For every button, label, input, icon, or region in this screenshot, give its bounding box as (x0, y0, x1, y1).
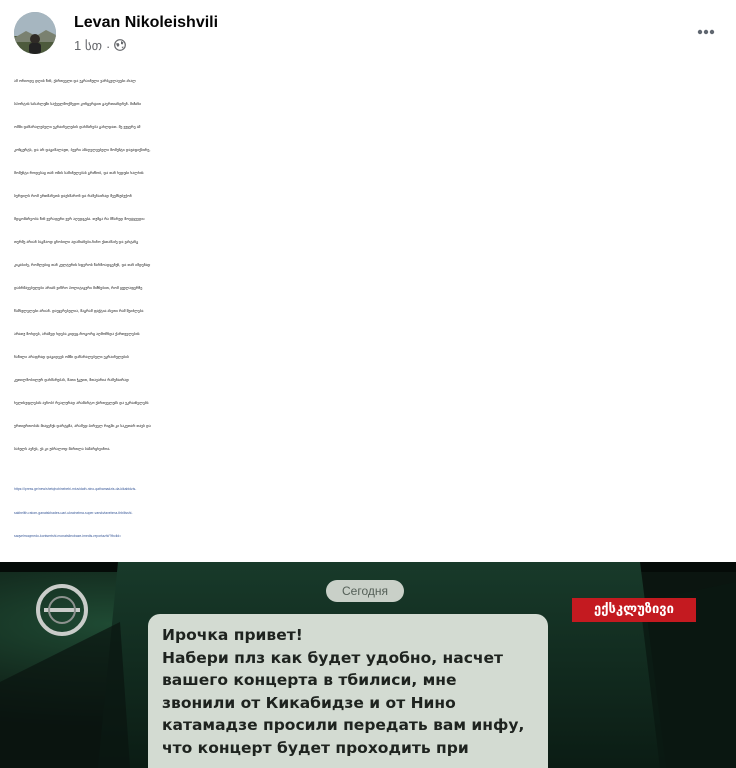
post-body: ამ ორიოდე დღის წინ, ქართველი და უკრაინელ… (14, 70, 722, 461)
post-body-line: სახელს ავნეს, ეს კი უბრალოდ მართლა სამარ… (14, 447, 111, 451)
avatar-image (14, 12, 56, 54)
message-line: звонили от Кикабидзе и от Нино (162, 693, 456, 712)
post-meta: 1 სთ · (74, 38, 127, 54)
post-body-line: კონცერტს, და არ დაგიმალავთ, ბევრი ამაღელ… (14, 148, 151, 152)
facebook-post: Levan Nikoleishvili 1 სთ · ამ ორიოდე დღი… (0, 0, 736, 768)
exclusive-badge: ექსკლუზივი (572, 598, 696, 622)
more-options-button[interactable] (692, 22, 720, 42)
post-body-line: სურვილს რომ ერთმანეთს დაეხმარონ და რამენ… (14, 194, 132, 198)
date-chip: Сегодня (326, 580, 404, 602)
post-link-line[interactable]: saqvelmoqmedo-kontsertshi-monatsileobaze… (14, 525, 722, 549)
post-body-line: ურთიერთობას მიაყენეს დარტყმა, არამედ პირ… (14, 424, 151, 428)
message-line: Набери плз как будет удобно, насчет (162, 648, 504, 667)
post-body-line: კეთილმობილურ დახმარებას, მათი ჭკუით, მთა… (14, 378, 129, 382)
message-bubble: Ирочка привет! Набери плз как будет удобн… (148, 614, 548, 768)
post-body-line: ნაწილი არაფრად დაგიდევს ომში დაზარალებულ… (14, 355, 129, 359)
post-body-line: ამ ორიოდე დღის წინ, ქართველი და უკრაინელ… (14, 79, 136, 83)
post-body-line: მომენტი როდესაც თან ომის საშინელებას გრძ… (14, 171, 144, 175)
message-line: катамадзе просили передать вам инфу, (162, 716, 525, 735)
message-text: Ирочка привет! Набери плз как будет удобн… (162, 624, 524, 760)
author-name[interactable]: Levan Nikoleishvili (74, 14, 218, 32)
message-line: вашего концерта в тбилиси, мне (162, 671, 457, 690)
author-avatar[interactable] (14, 12, 56, 54)
post-media-image[interactable]: Сегодня ექსკლუზივი Ирочка привет! Набери … (0, 562, 736, 768)
post-body-line: მდგომარეობა წინ ვერაფერი ვერ აღუდგება. თ… (14, 217, 145, 221)
post-body-line: წამსვლელები არიან. დაუჯერებელია, მაგრამ … (14, 309, 144, 313)
post-body-line: ომში დაზარალებული უკრაინელების დახმარება… (14, 125, 141, 129)
message-line: Ирочка привет! (162, 626, 303, 644)
post-body-line: სპორტის სასახლეში საქველმოქმედო კონცერტი… (14, 102, 142, 106)
post-link[interactable]: https://ipress.ge/new/shetqhobinebebi-mi… (14, 478, 722, 549)
globe-icon (114, 38, 127, 54)
post-body-line: კიკაბიძე, რომლებიც თან კულტურის სფეროს წ… (14, 263, 151, 267)
post-body-line: ხელისუფლებას ავნოს! რეალურად არამარტო ქა… (14, 401, 149, 405)
post-link-line[interactable]: https://ipress.ge/new/shetqhobinebebi-mi… (14, 478, 722, 502)
message-line: что концерт будет проходить при (162, 738, 469, 757)
post-body-line: დაბრმავებულები არიან ვიწრო პოლიტიკური მი… (14, 286, 143, 290)
meta-separator: · (106, 38, 111, 54)
post-body-line: არათუ მოხდეს, არამედ ხდება კიდეც-როგორც … (14, 332, 140, 336)
post-header: Levan Nikoleishvili 1 სთ · (14, 10, 724, 62)
post-time[interactable]: 1 სთ (74, 38, 102, 54)
more-horizontal-icon (697, 29, 715, 35)
post-body-line: თურმე არიან საკმაოდ ცნობილი ადამიანები-ნ… (14, 240, 139, 244)
post-link-line[interactable]: sakhelith-ratom-ganatskhades-uari-ukrain… (14, 502, 722, 526)
